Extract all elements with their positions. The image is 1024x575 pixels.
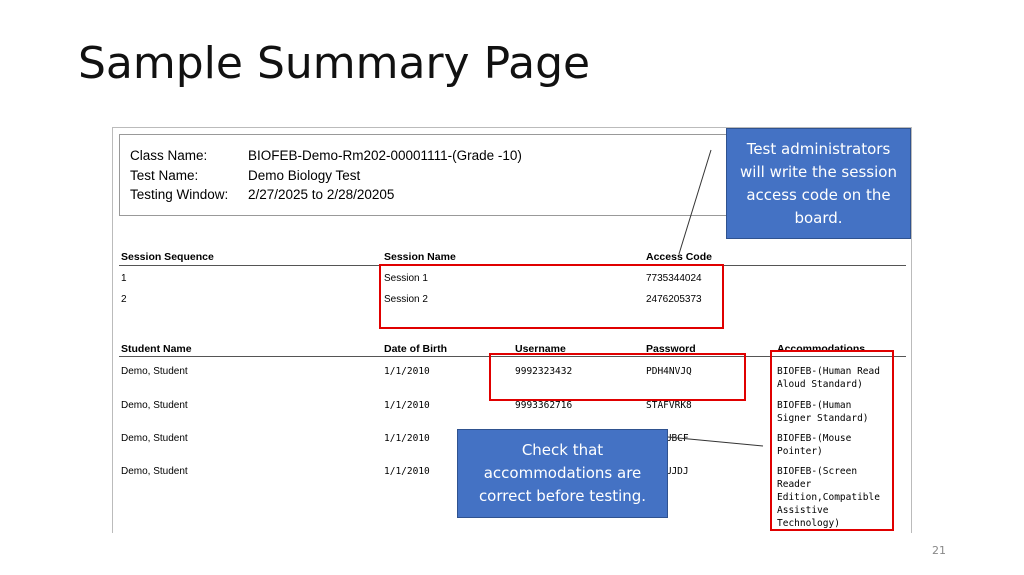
access-code-callout: Test administrators will write the sessi… (726, 128, 911, 239)
access-code-connector (678, 149, 712, 255)
accommodations-connector (667, 436, 764, 447)
accommodations-callout: Check that accommodations are correct be… (457, 429, 668, 518)
page-number: 21 (932, 544, 946, 557)
